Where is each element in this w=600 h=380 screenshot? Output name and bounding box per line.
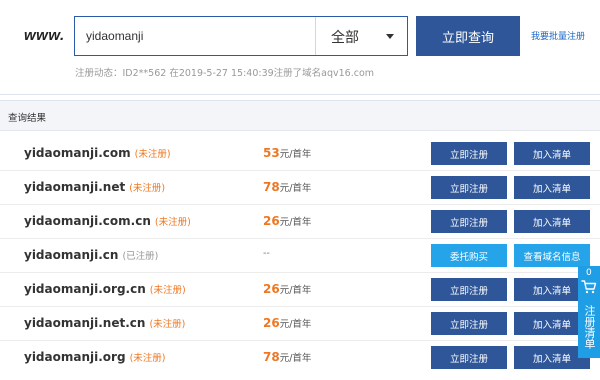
- price-value: 26: [263, 214, 280, 228]
- domain-name: yidaomanji.org.cn (未注册): [24, 282, 186, 296]
- result-row: yidaomanji.net.cn (未注册) 26元/首年 立即注册 加入清单: [0, 307, 600, 341]
- domain-text: yidaomanji.com.cn: [24, 214, 151, 228]
- results-panel: 查询结果 yidaomanji.com (未注册) 53元/首年 立即注册 加入清…: [0, 100, 600, 380]
- price-unit: 元/首年: [279, 149, 312, 160]
- result-row: yidaomanji.com (未注册) 53元/首年 立即注册 加入清单: [0, 137, 600, 171]
- result-row: yidaomanji.net (未注册) 78元/首年 立即注册 加入清单: [0, 171, 600, 205]
- price: --: [263, 248, 270, 259]
- price-value: 78: [263, 180, 280, 194]
- domain-text: yidaomanji.org.cn: [24, 282, 146, 296]
- price-value: 53: [263, 146, 280, 160]
- price: 26元/首年: [263, 316, 311, 330]
- price: 26元/首年: [263, 282, 311, 296]
- results-title: 查询结果: [8, 113, 47, 124]
- domain-text: yidaomanji.cn: [24, 248, 119, 262]
- register-now-button[interactable]: 立即注册: [431, 278, 507, 301]
- status-badge: (未注册): [149, 319, 186, 330]
- results-header: 查询结果: [0, 101, 600, 131]
- batch-register-link[interactable]: 我要批量注册: [531, 29, 585, 42]
- result-row: yidaomanji.org.cn (未注册) 26元/首年 立即注册 加入清单: [0, 273, 600, 307]
- domain-name: yidaomanji.net.cn (未注册): [24, 316, 185, 330]
- price: 78元/首年: [263, 180, 311, 194]
- search-box: 全部: [74, 16, 408, 56]
- domain-text: yidaomanji.net.cn: [24, 316, 146, 330]
- domain-name: yidaomanji.org (未注册): [24, 350, 165, 364]
- domain-text: yidaomanji.org: [24, 350, 126, 364]
- register-now-button[interactable]: 立即注册: [431, 142, 507, 165]
- register-now-button[interactable]: 立即注册: [431, 210, 507, 233]
- entrust-purchase-button[interactable]: 委托购买: [431, 244, 507, 267]
- add-to-list-button[interactable]: 加入清单: [514, 142, 590, 165]
- status-badge: (未注册): [149, 285, 186, 296]
- price-unit: 元/首年: [279, 319, 312, 330]
- search-area: www. 全部 立即查询 我要批量注册 注册动态：ID2**562 在2019-…: [0, 0, 600, 95]
- add-to-list-button[interactable]: 加入清单: [514, 176, 590, 199]
- register-now-button[interactable]: 立即注册: [431, 346, 507, 369]
- result-row: yidaomanji.cn (已注册) -- 委托购买 查看域名信息: [0, 239, 600, 273]
- price-unit: 元/首年: [279, 353, 312, 364]
- status-badge: (已注册): [122, 251, 159, 262]
- result-row: yidaomanji.org (未注册) 78元/首年 立即注册 加入清单: [0, 341, 600, 375]
- view-domain-info-button[interactable]: 查看域名信息: [514, 244, 590, 267]
- suffix-select-value: 全部: [331, 30, 359, 46]
- status-badge: (未注册): [129, 183, 166, 194]
- status-badge: (未注册): [129, 353, 166, 364]
- domain-search-page: www. 全部 立即查询 我要批量注册 注册动态：ID2**562 在2019-…: [0, 0, 600, 380]
- cart-icon: [581, 280, 597, 294]
- price-value: 26: [263, 316, 280, 330]
- price-value: --: [263, 248, 270, 259]
- www-prefix: www.: [24, 27, 65, 44]
- add-to-list-button[interactable]: 加入清单: [514, 210, 590, 233]
- price: 53元/首年: [263, 146, 311, 160]
- registration-activity: 注册动态：ID2**562 在2019-5-27 15:40:39注册了域名aq…: [75, 68, 375, 79]
- domain-search-input[interactable]: [75, 17, 315, 55]
- price: 26元/首年: [263, 214, 311, 228]
- price-unit: 元/首年: [279, 217, 312, 228]
- price-value: 26: [263, 282, 280, 296]
- chevron-down-icon: [386, 34, 394, 39]
- domain-name: yidaomanji.net (未注册): [24, 180, 165, 194]
- result-row: yidaomanji.com.cn (未注册) 26元/首年 立即注册 加入清单: [0, 205, 600, 239]
- register-now-button[interactable]: 立即注册: [431, 312, 507, 335]
- search-button[interactable]: 立即查询: [416, 16, 520, 56]
- price-unit: 元/首年: [279, 183, 312, 194]
- cart-count: 0: [586, 268, 592, 278]
- domain-text: yidaomanji.com: [24, 146, 131, 160]
- registration-cart[interactable]: 0 注册清单: [578, 266, 600, 358]
- domain-name: yidaomanji.cn (已注册): [24, 248, 158, 262]
- price-value: 78: [263, 350, 280, 364]
- price-unit: 元/首年: [279, 285, 312, 296]
- status-badge: (未注册): [134, 149, 171, 160]
- suffix-select[interactable]: 全部: [316, 17, 408, 55]
- domain-text: yidaomanji.net: [24, 180, 126, 194]
- domain-name: yidaomanji.com (未注册): [24, 146, 171, 160]
- cart-label: 注册清单: [583, 305, 596, 349]
- domain-name: yidaomanji.com.cn (未注册): [24, 214, 191, 228]
- status-badge: (未注册): [154, 217, 191, 228]
- register-now-button[interactable]: 立即注册: [431, 176, 507, 199]
- price: 78元/首年: [263, 350, 311, 364]
